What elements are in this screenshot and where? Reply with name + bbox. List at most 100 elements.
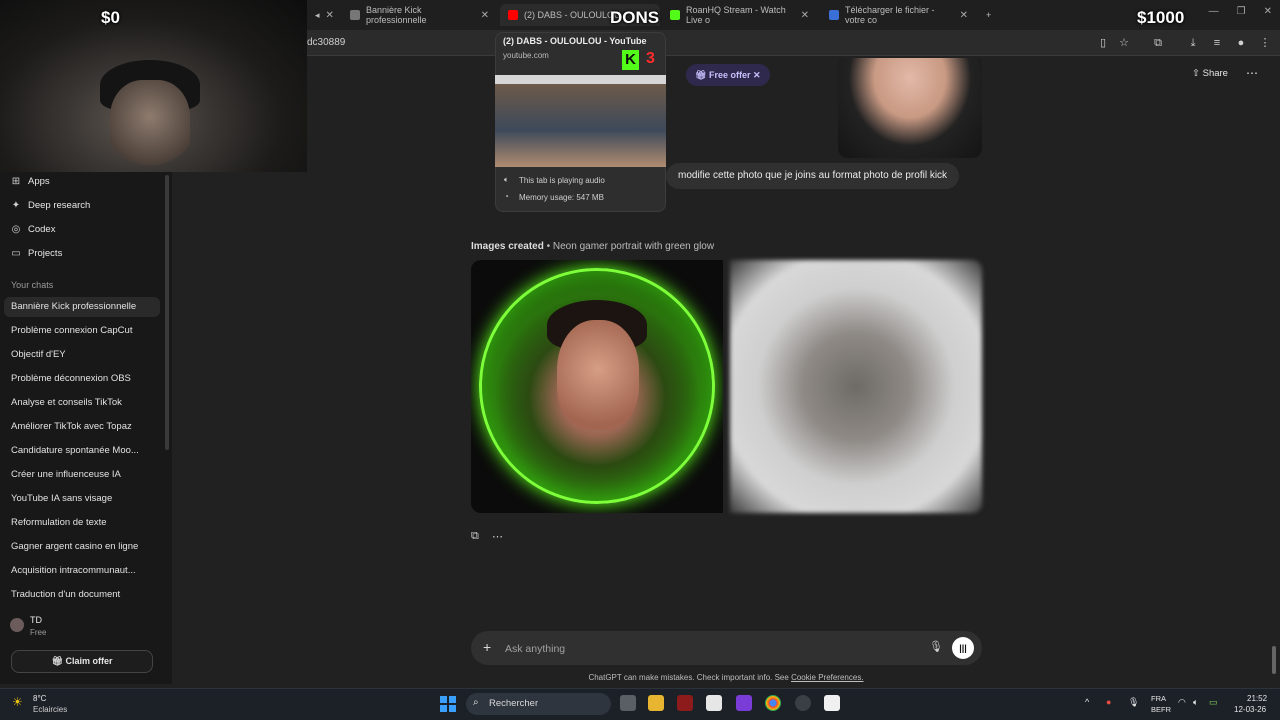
clock-time[interactable]: 21:52 <box>1247 694 1267 703</box>
new-tab-button[interactable]: + <box>978 4 998 26</box>
chat-item[interactable]: Créer une influenceuse IA <box>4 465 160 485</box>
cookie-preferences-link[interactable]: Cookie Preferences. <box>791 673 863 682</box>
app-red-icon[interactable] <box>677 695 693 711</box>
attach-plus-icon[interactable]: + <box>483 639 491 655</box>
keyboard-layout-indicator[interactable]: BEFR <box>1151 705 1171 714</box>
free-offer-badge[interactable]: 🎁︎ Free offer ✕ <box>686 64 770 86</box>
tray-app-icon[interactable]: ● <box>1106 697 1111 707</box>
kick-favicon-icon <box>670 10 680 20</box>
tab-roanhq[interactable]: RoanHQ Stream - Watch Live o ✕ <box>662 4 817 26</box>
volume-icon[interactable]: 🔈︎ <box>1193 697 1198 708</box>
images-created-heading: Images created • Neon gamer portrait wit… <box>471 241 714 252</box>
claim-offer-button[interactable]: 🎁︎ Claim offer <box>11 650 153 673</box>
tray-mic-icon[interactable]: 🎙︎ <box>1128 697 1139 708</box>
tab-title: (2) DABS - OULOULOU <box>524 10 621 20</box>
windows-start-icon[interactable] <box>440 696 456 712</box>
store-icon[interactable] <box>706 695 722 711</box>
attached-user-photo[interactable] <box>838 58 982 158</box>
extensions-icon[interactable]: ⧉ <box>1150 35 1166 51</box>
sidebar-item-label: Projects <box>28 248 63 259</box>
clock-date[interactable]: 12-03-26 <box>1234 705 1266 714</box>
webcam-overlay <box>0 0 307 172</box>
taskbar-search[interactable] <box>466 693 611 715</box>
tray-overflow-icon[interactable]: ^ <box>1085 697 1089 707</box>
file-explorer-icon[interactable] <box>648 695 664 711</box>
obs-icon[interactable] <box>795 695 811 711</box>
sidebar-scrollbar[interactable] <box>165 175 169 450</box>
minimize-icon[interactable]: — <box>1209 6 1219 17</box>
app-purple-icon[interactable] <box>736 695 752 711</box>
weather-sun-icon[interactable]: ☀︎ <box>12 695 23 709</box>
copy-icon[interactable]: ⧉ <box>471 530 479 543</box>
chat-item[interactable]: Traduction d'un document <box>4 585 160 605</box>
tab-banniere[interactable]: Bannière Kick professionnelle ✕ <box>342 4 497 26</box>
wifi-icon[interactable]: ◠ <box>1178 697 1186 708</box>
weather-description[interactable]: Eclaircies <box>33 705 67 714</box>
microphone-icon[interactable]: 🎙︎ <box>929 640 943 653</box>
tab-title: RoanHQ Stream - Watch Live o <box>686 5 786 25</box>
battery-icon[interactable]: ▭ <box>1209 697 1218 708</box>
bookmark-star-icon[interactable]: ☆ <box>1116 35 1132 51</box>
browser-menu-icon[interactable]: ⋮ <box>1257 35 1273 51</box>
language-indicator[interactable]: FRA <box>1151 694 1166 703</box>
folder-icon: ▭ <box>11 248 21 259</box>
chat-item[interactable]: Analyse et conseils TikTok <box>4 393 160 413</box>
sidebar-item-deep-research[interactable]: ✦ Deep research <box>11 200 91 211</box>
sidebar-item-apps[interactable]: ⊞ Apps <box>11 176 50 187</box>
prompt-input[interactable] <box>505 641 905 657</box>
youtube-favicon-icon <box>508 10 518 20</box>
tab-previous[interactable]: ◂ ✕ <box>307 4 337 26</box>
main-scrollbar[interactable] <box>1271 58 1277 684</box>
share-label: Share <box>1202 68 1228 79</box>
sidebar-item-codex[interactable]: ◎ Codex <box>11 224 56 235</box>
task-view-icon[interactable] <box>620 695 636 711</box>
hover-card-audio: This tab is playing audio <box>519 176 605 185</box>
kick-logo-icon: K <box>622 50 639 70</box>
share-button[interactable]: ⇧ Share <box>1192 68 1228 79</box>
chat-item[interactable]: Candidature spontanée Moo... <box>4 441 160 461</box>
chat-item[interactable]: Gagner argent casino en ligne <box>4 537 160 557</box>
message-more-icon[interactable]: ⋯ <box>492 530 503 543</box>
close-icon[interactable]: ✕ <box>801 10 809 21</box>
user-name[interactable]: TD <box>30 615 42 625</box>
disclaimer-text: ChatGPT can make mistakes. Check importa… <box>588 673 789 682</box>
chat-item[interactable]: Acquisition intracommunaut... <box>4 561 160 581</box>
close-icon[interactable]: ✕ <box>481 10 489 21</box>
url-text[interactable]: dc30889 <box>307 37 345 48</box>
scrollbar-thumb[interactable] <box>1272 646 1276 674</box>
close-window-icon[interactable]: ✕ <box>1264 6 1272 17</box>
chat-item[interactable]: Problème connexion CapCut <box>4 321 160 341</box>
restore-icon[interactable]: ❐ <box>1237 6 1246 17</box>
close-icon[interactable]: ✕ <box>960 10 968 21</box>
generated-image-loading[interactable] <box>730 260 982 513</box>
page-icon[interactable]: ▯ <box>1095 35 1111 51</box>
portrait-face <box>557 320 639 430</box>
chat-item[interactable]: Améliorer TikTok avec Topaz <box>4 417 160 437</box>
media-control-icon[interactable]: ≡ <box>1209 35 1225 51</box>
chrome-icon[interactable] <box>765 695 781 711</box>
chat-item[interactable]: Bannière Kick professionnelle <box>4 297 160 317</box>
chat-item[interactable]: Problème déconnexion OBS <box>4 369 160 389</box>
gift-icon: 🎁︎ <box>51 656 63 666</box>
chat-item[interactable]: Reformulation de texte <box>4 513 160 533</box>
capcut-icon[interactable] <box>824 695 840 711</box>
tab-telecharger[interactable]: Télécharger le fichier - votre co ✕ <box>821 4 976 26</box>
avatar[interactable] <box>10 618 24 632</box>
more-options-icon[interactable]: ⋯ <box>1246 66 1258 80</box>
sidebar-item-projects[interactable]: ▭ Projects <box>11 248 62 259</box>
disclaimer: ChatGPT can make mistakes. Check importa… <box>0 673 1280 682</box>
profile-icon[interactable]: ● <box>1233 35 1249 51</box>
close-icon[interactable]: ✕ <box>326 10 334 21</box>
weather-temperature[interactable]: 8°C <box>33 694 46 703</box>
close-icon[interactable]: ✕ <box>753 70 761 80</box>
apps-icon: ⊞ <box>11 176 21 187</box>
hover-card-memory: Memory usage: 547 MB <box>519 193 604 202</box>
search-label: Rechercher <box>489 698 539 709</box>
waveform-icon: ||| <box>959 643 967 653</box>
generated-image-neon-portrait[interactable] <box>471 260 723 513</box>
chat-item[interactable]: YouTube IA sans visage <box>4 489 160 509</box>
voice-mode-button[interactable]: ||| <box>952 637 974 659</box>
download-icon[interactable]: ⤓ <box>1185 35 1201 51</box>
chat-item[interactable]: Objectif d'EY <box>4 345 160 365</box>
webcam-face <box>110 80 190 172</box>
